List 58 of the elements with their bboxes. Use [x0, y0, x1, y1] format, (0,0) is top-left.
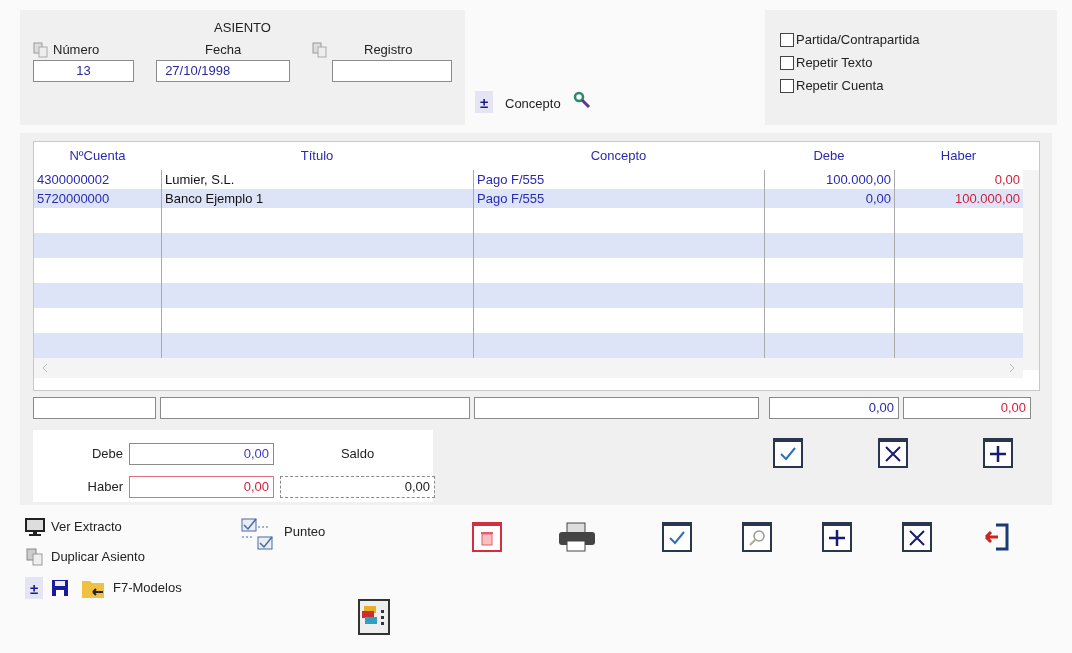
table-cell-text: 5720000000 [36, 189, 111, 208]
saldo-field[interactable]: 0,00 [280, 475, 435, 498]
find-button[interactable] [742, 522, 772, 552]
checkbox-label: Repetir Texto [796, 54, 873, 73]
duplicar-asiento-link[interactable]: Duplicar Asiento [51, 547, 145, 567]
save-icon[interactable] [51, 579, 69, 597]
monitor-icon[interactable] [25, 517, 45, 537]
add-button[interactable] [983, 438, 1013, 468]
delete-button[interactable] [472, 522, 502, 552]
cancel-button[interactable] [902, 522, 932, 552]
models-button[interactable] [358, 599, 390, 635]
registro-label: Registro [364, 40, 413, 59]
search-icon[interactable] [572, 91, 591, 109]
ver-extracto-link[interactable]: Ver Extracto [51, 517, 122, 537]
numero-field[interactable]: 13 [33, 59, 135, 82]
checkbox[interactable] [780, 79, 794, 93]
column-header[interactable]: Debe [764, 146, 894, 166]
column-header[interactable]: NºCuenta [34, 146, 161, 166]
fecha-field[interactable]: 27/10/1998 [156, 59, 290, 82]
checkbox[interactable] [780, 56, 794, 70]
close-icon [882, 444, 904, 464]
punteo-link[interactable]: Punteo [284, 522, 326, 542]
close-icon [906, 528, 928, 548]
debe-label: Debe [90, 444, 123, 463]
plus-icon [826, 528, 848, 548]
haber-label: Haber [86, 477, 123, 496]
vertical-scrollbar[interactable] [1023, 170, 1039, 370]
input-field[interactable] [33, 397, 156, 419]
haber-total-field[interactable]: 0,00 [903, 397, 1031, 419]
input-field[interactable] [160, 397, 470, 419]
table-cell-text: 4300000002 [36, 170, 111, 189]
fecha-label: Fecha [205, 40, 242, 59]
column-header[interactable]: Título [161, 146, 473, 166]
printer-icon[interactable] [557, 522, 597, 552]
input-field[interactable] [474, 397, 759, 419]
trash-icon [480, 530, 494, 546]
exit-icon[interactable] [982, 522, 1012, 552]
cancel-button[interactable] [878, 438, 908, 468]
debe-field[interactable]: 0,00 [129, 442, 274, 465]
section-title: ASIENTO [214, 19, 271, 37]
checkbox-label: Repetir Cuenta [796, 77, 884, 96]
accept-button[interactable] [662, 522, 692, 552]
modelos-link[interactable]: F7-Modelos [113, 578, 182, 598]
checkbox[interactable] [780, 33, 794, 47]
registro-field[interactable] [332, 59, 452, 82]
plus-icon [987, 444, 1009, 464]
saldo-label: Saldo [339, 444, 376, 463]
accept-button[interactable] [773, 438, 803, 468]
haber-field[interactable]: 0,00 [129, 475, 274, 498]
debe-total-field[interactable]: 0,00 [769, 397, 899, 419]
toggle-button[interactable]: ± [475, 91, 493, 113]
concepto-label: Concepto [505, 94, 561, 113]
column-header[interactable]: Haber [894, 146, 1023, 166]
toggle-button[interactable]: ± [25, 577, 43, 599]
numero-label: Número [53, 40, 100, 59]
column-header[interactable]: Concepto [473, 146, 764, 166]
checkbox-label: Partida/Contrapartida [796, 31, 920, 50]
add-button[interactable] [822, 522, 852, 552]
